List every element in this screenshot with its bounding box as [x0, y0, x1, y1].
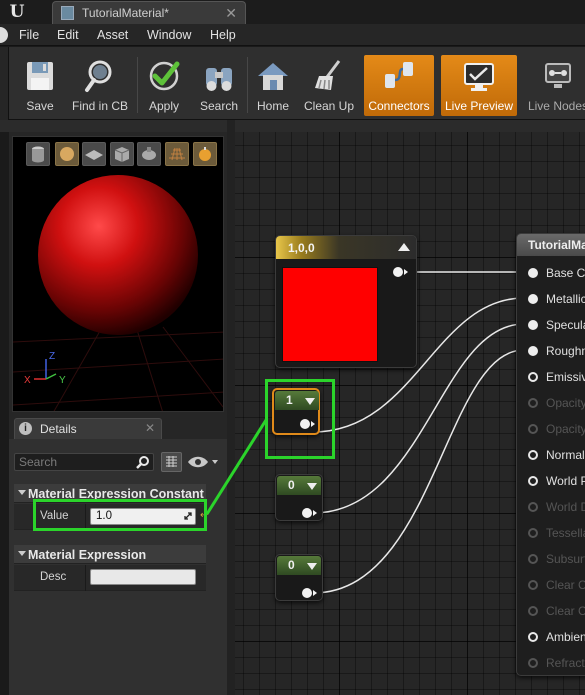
- highlight-connector: [205, 419, 268, 515]
